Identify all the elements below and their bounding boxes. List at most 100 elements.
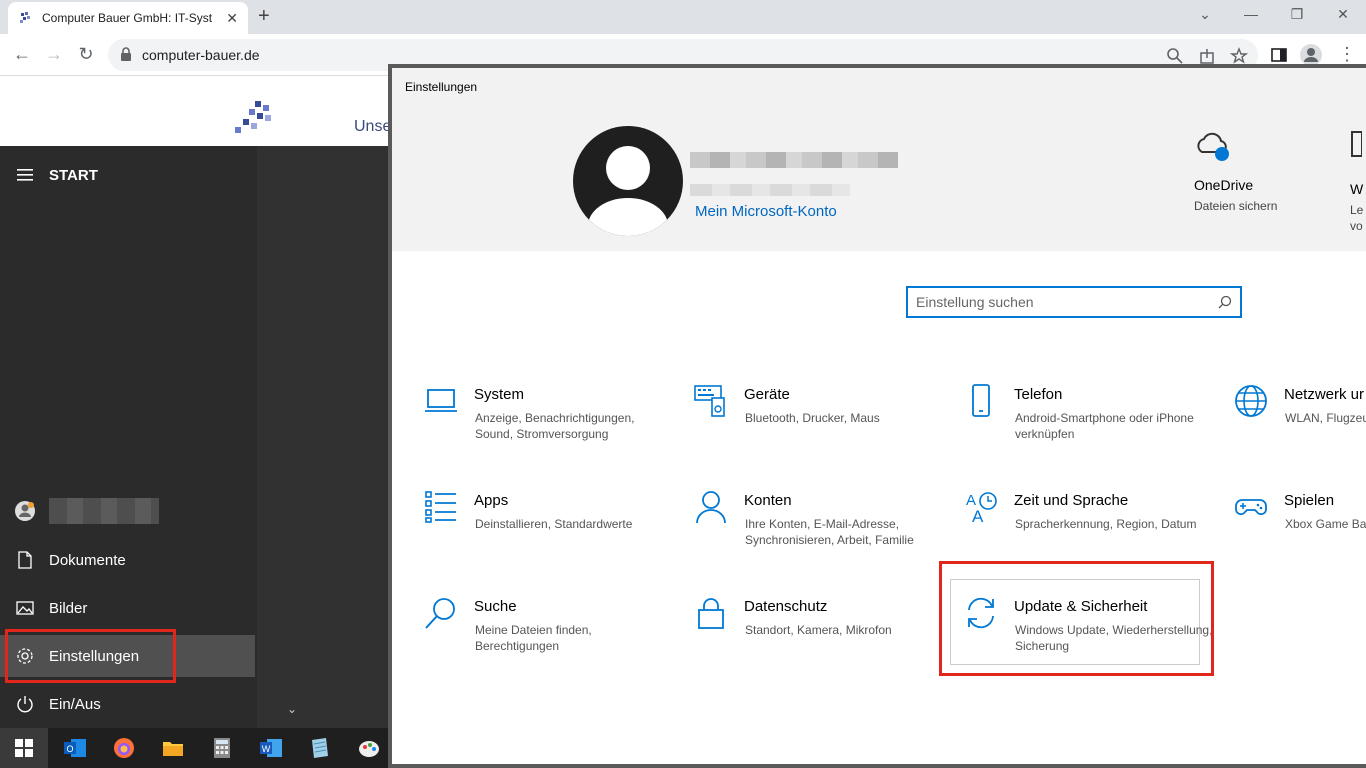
- globe-icon: [1235, 385, 1267, 417]
- start-item-label: Dokumente: [49, 551, 126, 569]
- category-system[interactable]: System Anzeige, Benachrichtigungen, Soun…: [424, 384, 684, 464]
- category-telefon[interactable]: Telefon Android-Smartphone oder iPhone v…: [964, 384, 1224, 464]
- paint-icon[interactable]: [357, 736, 381, 760]
- category-title: Telefon: [1014, 386, 1063, 403]
- taskbar: O W: [0, 728, 388, 768]
- browser-tab[interactable]: Computer Bauer GmbH: IT-Syste ✕: [8, 2, 248, 34]
- category-subtitle: Deinstallieren, Standardwerte: [475, 517, 633, 531]
- apps-list-icon: [425, 491, 456, 523]
- category-subtitle: Meine Dateien finden, Berechtigungen: [475, 623, 592, 653]
- svg-text:W: W: [262, 744, 271, 754]
- explorer-icon[interactable]: [161, 736, 185, 760]
- word-icon[interactable]: W: [259, 736, 283, 760]
- account-email-redacted: [690, 184, 850, 196]
- category-title: Suche: [474, 598, 517, 615]
- category-title: Konten: [744, 492, 792, 509]
- category-title: Datenschutz: [744, 598, 828, 615]
- restore-icon[interactable]: ❐: [1274, 6, 1320, 23]
- profile-avatar[interactable]: [1300, 44, 1322, 66]
- start-item-bilder[interactable]: Bilder: [0, 587, 255, 629]
- category-title: Zeit und Sprache: [1014, 492, 1129, 509]
- start-tiles-area: [257, 146, 388, 728]
- outlook-icon[interactable]: O: [63, 736, 87, 760]
- windows-update-tile-peek[interactable]: W Le vo: [1350, 130, 1366, 233]
- user-avatar-icon: [0, 500, 49, 522]
- bookmark-star-icon[interactable]: [1230, 47, 1248, 65]
- tab-search-icon[interactable]: ⌄: [1182, 6, 1228, 23]
- category-netzwerk[interactable]: Netzwerk ur WLAN, Flugzeu: [1234, 384, 1366, 464]
- page-heading-fragment: Unse: [354, 118, 388, 135]
- gamepad-icon: [1235, 499, 1267, 515]
- web-page-background: Unse: [0, 77, 388, 147]
- search-input[interactable]: [916, 292, 1206, 312]
- notepad-icon[interactable]: [308, 736, 332, 760]
- back-icon[interactable]: ←: [11, 44, 33, 65]
- onedrive-tile[interactable]: OneDrive Dateien sichern: [1194, 130, 1314, 213]
- onedrive-cloud-icon: [1197, 132, 1229, 161]
- search-icon[interactable]: [1218, 295, 1232, 309]
- category-geraete[interactable]: Geräte Bluetooth, Drucker, Maus: [694, 384, 954, 464]
- firefox-icon[interactable]: [112, 736, 136, 760]
- start-menu: START Dokumente Bilder Einstellungen Ein…: [0, 146, 388, 728]
- new-tab-icon[interactable]: +: [258, 5, 270, 28]
- category-subtitle: Standort, Kamera, Mikrofon: [745, 623, 892, 637]
- category-zeit-sprache[interactable]: AA Zeit und Sprache Spracherkennung, Reg…: [964, 490, 1224, 570]
- chevron-down-icon[interactable]: ⌄: [287, 702, 297, 716]
- settings-search-box[interactable]: [906, 286, 1242, 318]
- microsoft-account-link[interactable]: Mein Microsoft-Konto: [695, 203, 837, 220]
- url-text: computer-bauer.de: [142, 47, 260, 63]
- category-subtitle: Spracherkennung, Region, Datum: [1015, 517, 1197, 531]
- pictures-icon: [0, 601, 49, 615]
- account-avatar[interactable]: [573, 126, 683, 236]
- highlight-box-einstellungen: [5, 629, 176, 683]
- category-subtitle: Ihre Konten, E-Mail-Adresse, Synchronisi…: [745, 517, 914, 547]
- start-item-dokumente[interactable]: Dokumente: [0, 539, 255, 581]
- time-language-icon: AA: [966, 492, 997, 524]
- laptop-icon: [425, 389, 457, 412]
- account-name-redacted: [690, 152, 898, 168]
- category-datenschutz[interactable]: Datenschutz Standort, Kamera, Mikrofon: [694, 596, 954, 676]
- hamburger-menu-icon[interactable]: [0, 169, 49, 181]
- browser-tabbar: Computer Bauer GmbH: IT-Syste ✕ + ⌄ — ❐ …: [0, 0, 1366, 34]
- calculator-icon[interactable]: [210, 736, 234, 760]
- onedrive-sub: Dateien sichern: [1194, 199, 1278, 213]
- windows-start-icon[interactable]: [0, 728, 48, 768]
- site-favicon-icon: [20, 12, 30, 23]
- person-icon: [696, 491, 726, 524]
- start-item-label: Bilder: [49, 599, 88, 617]
- tab-title: Computer Bauer GmbH: IT-Syste: [42, 11, 212, 25]
- reload-icon[interactable]: ↻: [75, 44, 97, 65]
- peek-sub2: vo: [1350, 219, 1363, 233]
- zoom-search-icon[interactable]: [1166, 47, 1184, 65]
- category-subtitle: Xbox Game Bar Aufzeichnunge: [1285, 517, 1366, 531]
- close-window-icon[interactable]: ✕: [1320, 6, 1366, 23]
- side-panel-icon[interactable]: [1270, 46, 1288, 64]
- category-konten[interactable]: Konten Ihre Konten, E-Mail-Adresse, Sync…: [694, 490, 954, 570]
- user-account-item[interactable]: [0, 490, 255, 532]
- more-menu-icon[interactable]: ⋮: [1336, 44, 1358, 65]
- start-menu-header[interactable]: START: [0, 154, 255, 196]
- document-icon: [0, 551, 49, 569]
- category-suche[interactable]: Suche Meine Dateien finden, Berechtigung…: [424, 596, 684, 676]
- start-item-label: Ein/Aus: [49, 695, 101, 713]
- category-spielen[interactable]: Spielen Xbox Game Bar Aufzeichnunge: [1234, 490, 1366, 570]
- onedrive-label: OneDrive: [1194, 177, 1254, 193]
- category-title: Netzwerk ur: [1284, 386, 1365, 403]
- minimize-icon[interactable]: —: [1228, 6, 1274, 22]
- share-icon[interactable]: [1198, 47, 1216, 65]
- category-subtitle: Android-Smartphone oder iPhone verknüpfe…: [1015, 411, 1194, 441]
- user-name-redacted: [49, 498, 159, 524]
- peek-sub1: Le: [1350, 203, 1364, 217]
- forward-icon[interactable]: →: [43, 44, 65, 65]
- category-apps[interactable]: Apps Deinstallieren, Standardwerte: [424, 490, 684, 570]
- close-tab-icon[interactable]: ✕: [226, 10, 238, 27]
- devices-icon: [694, 385, 725, 417]
- category-title: Geräte: [744, 386, 790, 403]
- magnifier-icon: [425, 598, 455, 629]
- start-item-ein-aus[interactable]: Ein/Aus: [0, 683, 255, 725]
- power-icon: [0, 695, 49, 713]
- category-subtitle: WLAN, Flugzeu: [1285, 411, 1366, 425]
- settings-window: Einstellungen Mein Microsoft-Konto OneDr…: [388, 64, 1366, 768]
- peek-label: W: [1350, 181, 1364, 197]
- category-title: System: [474, 386, 525, 403]
